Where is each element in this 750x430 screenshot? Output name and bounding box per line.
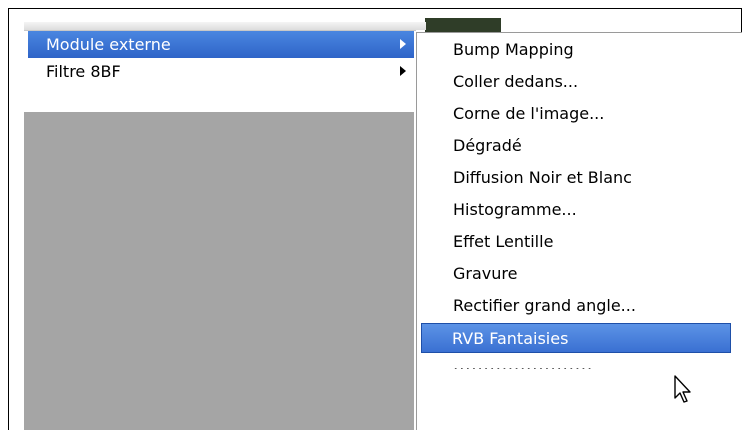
- menu-item-label: Filtre 8BF: [46, 62, 121, 81]
- menu-item-module-externe[interactable]: Module externe: [28, 31, 414, 58]
- cut-off-glyphs: ,,,,,,,,,,,,,,,,,,,,,,,: [453, 359, 593, 369]
- filters-menu: Module externe Filtre 8BF: [24, 30, 416, 112]
- submenu-item-bump-mapping[interactable]: Bump Mapping: [419, 35, 741, 65]
- module-externe-submenu: Bump Mapping Coller dedans... Corne de l…: [416, 32, 742, 430]
- submenu-item-rectifier-grand-angle[interactable]: Rectifier grand angle...: [419, 291, 741, 321]
- submenu-item-diffusion-noir-blanc[interactable]: Diffusion Noir et Blanc: [419, 163, 741, 193]
- menu-item-label: Module externe: [46, 35, 171, 54]
- chevron-right-icon: [400, 39, 406, 49]
- menu-top-edge: [24, 22, 426, 30]
- submenu-item-coller-dedans[interactable]: Coller dedans...: [419, 67, 741, 97]
- submenu-item-degrade[interactable]: Dégradé: [419, 131, 741, 161]
- submenu-item-histogramme[interactable]: Histogramme...: [419, 195, 741, 225]
- menu-item-filtre-8bf[interactable]: Filtre 8BF: [28, 58, 414, 85]
- submenu-item-cut-off[interactable]: ,,,,,,,,,,,,,,,,,,,,,,,: [453, 359, 723, 369]
- arrow-cursor-icon: [674, 375, 691, 403]
- chevron-right-icon: [400, 66, 406, 76]
- submenu-item-rvb-fantaisies[interactable]: RVB Fantaisies: [421, 323, 731, 353]
- workspace-background: [24, 112, 414, 430]
- submenu-item-gravure[interactable]: Gravure: [419, 259, 741, 289]
- submenu-item-corne-image[interactable]: Corne de l'image...: [419, 99, 741, 129]
- screenshot: Module externe Filtre 8BF Bump Mapping C…: [0, 0, 750, 430]
- submenu-item-effet-lentille[interactable]: Effet Lentille: [419, 227, 741, 257]
